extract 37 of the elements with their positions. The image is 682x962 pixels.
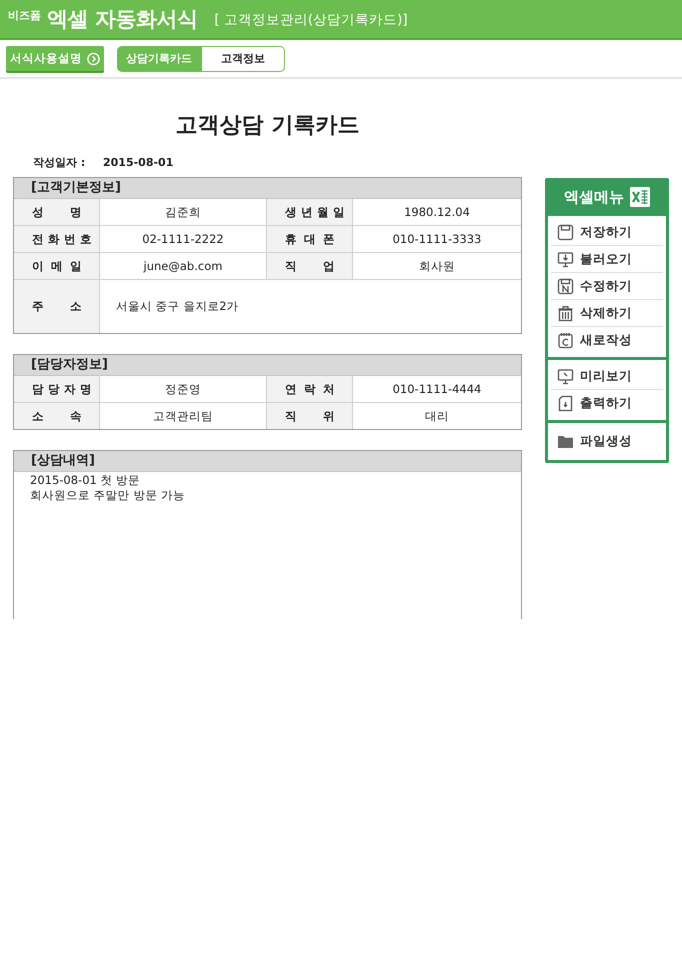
field-label: 직 위 [267, 403, 353, 429]
field-value: 010-1111-4444 [392, 381, 482, 398]
folder-icon [557, 433, 574, 450]
field-value: 대리 [424, 408, 450, 424]
field-label: 성 명 [14, 199, 100, 225]
field-value: 서울시 중구 을지로2가 [115, 298, 240, 315]
section-title: [고객기본정보] [31, 180, 121, 195]
field-label: 담 당 자 명 [14, 376, 100, 402]
note-line: 회사원으로 주말만 방문 가능 [30, 488, 185, 503]
field-label: 휴 대 폰 [267, 226, 353, 252]
field-value: 회사원 [418, 258, 456, 274]
section-title: [담당자정보] [31, 357, 108, 372]
trash-icon [557, 304, 574, 322]
tab[interactable]: 고객정보 [201, 46, 285, 72]
monitor-icon [557, 368, 574, 384]
note-line: 2015-08-01 첫 방문 [30, 473, 140, 488]
field-value: 010-1111-3333 [392, 231, 482, 248]
field-label: 주 소 [14, 280, 100, 333]
section-title: [상담내역] [31, 453, 95, 468]
monitor-arrow-icon [557, 250, 574, 268]
date-value: 2015-08-01 [103, 156, 174, 170]
date-label: 작성일자 : [33, 156, 86, 170]
field-value: 1980.12.04 [403, 204, 471, 221]
menu-title: 엑셀메뉴 [564, 188, 624, 206]
brand-logo-text: 비즈폼 [8, 8, 41, 23]
field-label: 소 속 [14, 403, 100, 429]
field-label: 이 메 일 [14, 253, 100, 279]
disk-letter-icon [557, 278, 574, 294]
field-label: 생 년 월 일 [267, 199, 353, 225]
field-label: 연 락 처 [267, 376, 353, 402]
app-subtitle: [ 고객정보관리(상담기록카드)] [214, 11, 408, 29]
app-title: 엑셀 자동화서식 [47, 6, 198, 33]
notepad-icon [557, 332, 574, 349]
field-label: 직 업 [267, 253, 353, 279]
field-label: 전 화 번 호 [14, 226, 100, 252]
document-title: 고객상담 기록카드 [174, 112, 360, 140]
spreadsheet-icon [630, 187, 650, 207]
